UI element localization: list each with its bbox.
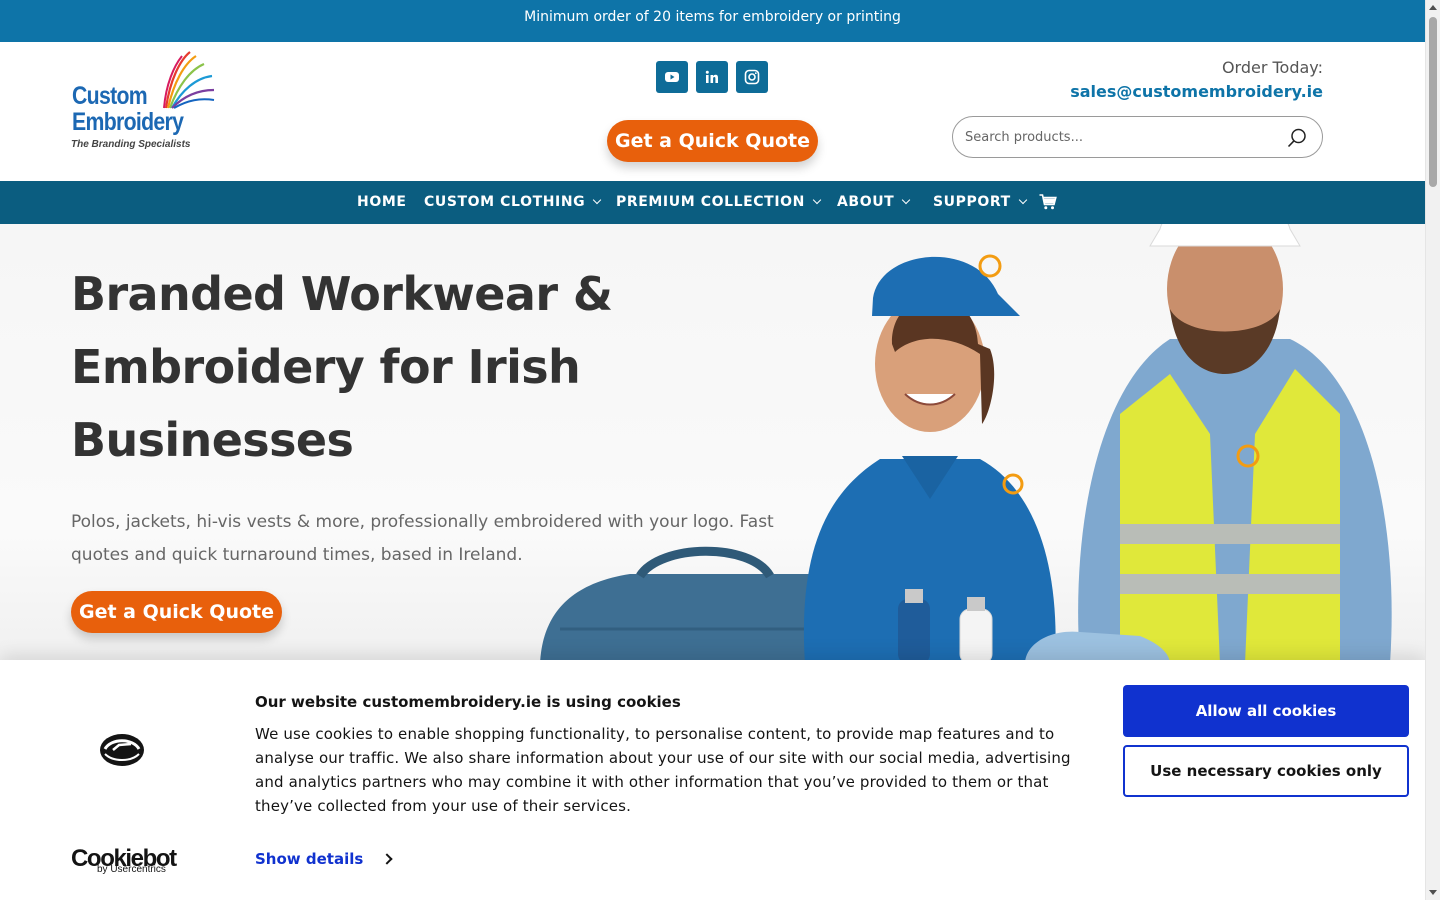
bottle-white-image (959, 608, 993, 664)
nav-label: PREMIUM COLLECTION (616, 194, 805, 210)
show-details-label: Show details (255, 850, 364, 868)
nav-label: SUPPORT (933, 194, 1011, 210)
nav-item-support[interactable]: SUPPORT (933, 181, 1028, 224)
instagram-link[interactable] (736, 61, 768, 93)
order-today-label: Order Today: (1221, 58, 1323, 77)
allow-all-cookies-button[interactable]: Allow all cookies (1123, 685, 1409, 737)
hero-quote-button[interactable]: Get a Quick Quote (71, 591, 282, 633)
page: Minimum order of 20 items for embroidery… (0, 0, 1425, 900)
cookie-title: Our website customembroidery.ie is using… (255, 693, 681, 711)
nav-item-premium-collection[interactable]: PREMIUM COLLECTION (616, 181, 822, 224)
man-figure (1078, 224, 1392, 664)
logo-text-custom: Custom (72, 82, 148, 110)
search-input[interactable] (965, 126, 1265, 148)
linkedin-link[interactable] (696, 61, 728, 93)
chevron-down-icon (902, 195, 911, 205)
logo-tagline: The Branding Specialists (71, 139, 191, 150)
scroll-up-arrow-icon[interactable] (1429, 5, 1437, 10)
main-nav: HOME CUSTOM CLOTHING PREMIUM COLLECTION … (0, 181, 1425, 224)
instagram-icon (744, 69, 760, 85)
nav-item-about[interactable]: ABOUT (837, 181, 911, 224)
cart-icon[interactable] (1039, 194, 1057, 210)
cookie-banner: Cookiebot by Usercentrics Our website cu… (0, 660, 1425, 900)
announcement-text: Minimum order of 20 items for embroidery… (524, 9, 901, 25)
cookiebot-by-text: by Usercentrics (97, 864, 166, 875)
show-details-link[interactable]: Show details (255, 850, 393, 868)
cookie-description: We use cookies to enable shopping functi… (255, 725, 1071, 815)
chevron-right-icon (381, 853, 393, 865)
nav-label: CUSTOM CLOTHING (424, 194, 586, 210)
chevron-down-icon (812, 195, 822, 205)
linkedin-icon (705, 70, 718, 83)
cookiebot-logo-icon (100, 734, 144, 766)
hero-workwear-image (540, 224, 1392, 664)
product-search (952, 116, 1323, 158)
necessary-cookies-button[interactable]: Use necessary cookies only (1123, 745, 1409, 797)
announcement-bar: Minimum order of 20 items for embroidery… (0, 0, 1425, 42)
logo-swoosh-icon (163, 51, 215, 109)
site-logo[interactable]: Custom Embroidery The Branding Specialis… (70, 50, 220, 154)
hero-section: Branded Workwear & Embroidery for Irish … (0, 224, 1425, 664)
order-email-link[interactable]: sales@customembroidery.ie (1070, 82, 1323, 101)
youtube-link[interactable] (656, 61, 688, 93)
nav-label: HOME (357, 194, 407, 210)
bottle-blue-image (898, 599, 930, 664)
nav-item-custom-clothing[interactable]: CUSTOM CLOTHING (424, 181, 602, 224)
site-header: Custom Embroidery The Branding Specialis… (0, 42, 1425, 181)
nav-label: ABOUT (837, 194, 895, 210)
header-quote-button[interactable]: Get a Quick Quote (607, 120, 818, 162)
youtube-icon (665, 72, 679, 82)
woman-figure (803, 254, 1056, 664)
page-scrollbar[interactable] (1425, 0, 1440, 900)
logo-text-embroidery: Embroidery (72, 108, 184, 136)
scroll-down-arrow-icon[interactable] (1429, 890, 1437, 895)
chevron-down-icon (1018, 195, 1028, 205)
search-icon[interactable] (1286, 127, 1308, 149)
chevron-down-icon (593, 195, 602, 205)
nav-item-home[interactable]: HOME (357, 181, 407, 224)
scroll-thumb[interactable] (1429, 17, 1437, 187)
